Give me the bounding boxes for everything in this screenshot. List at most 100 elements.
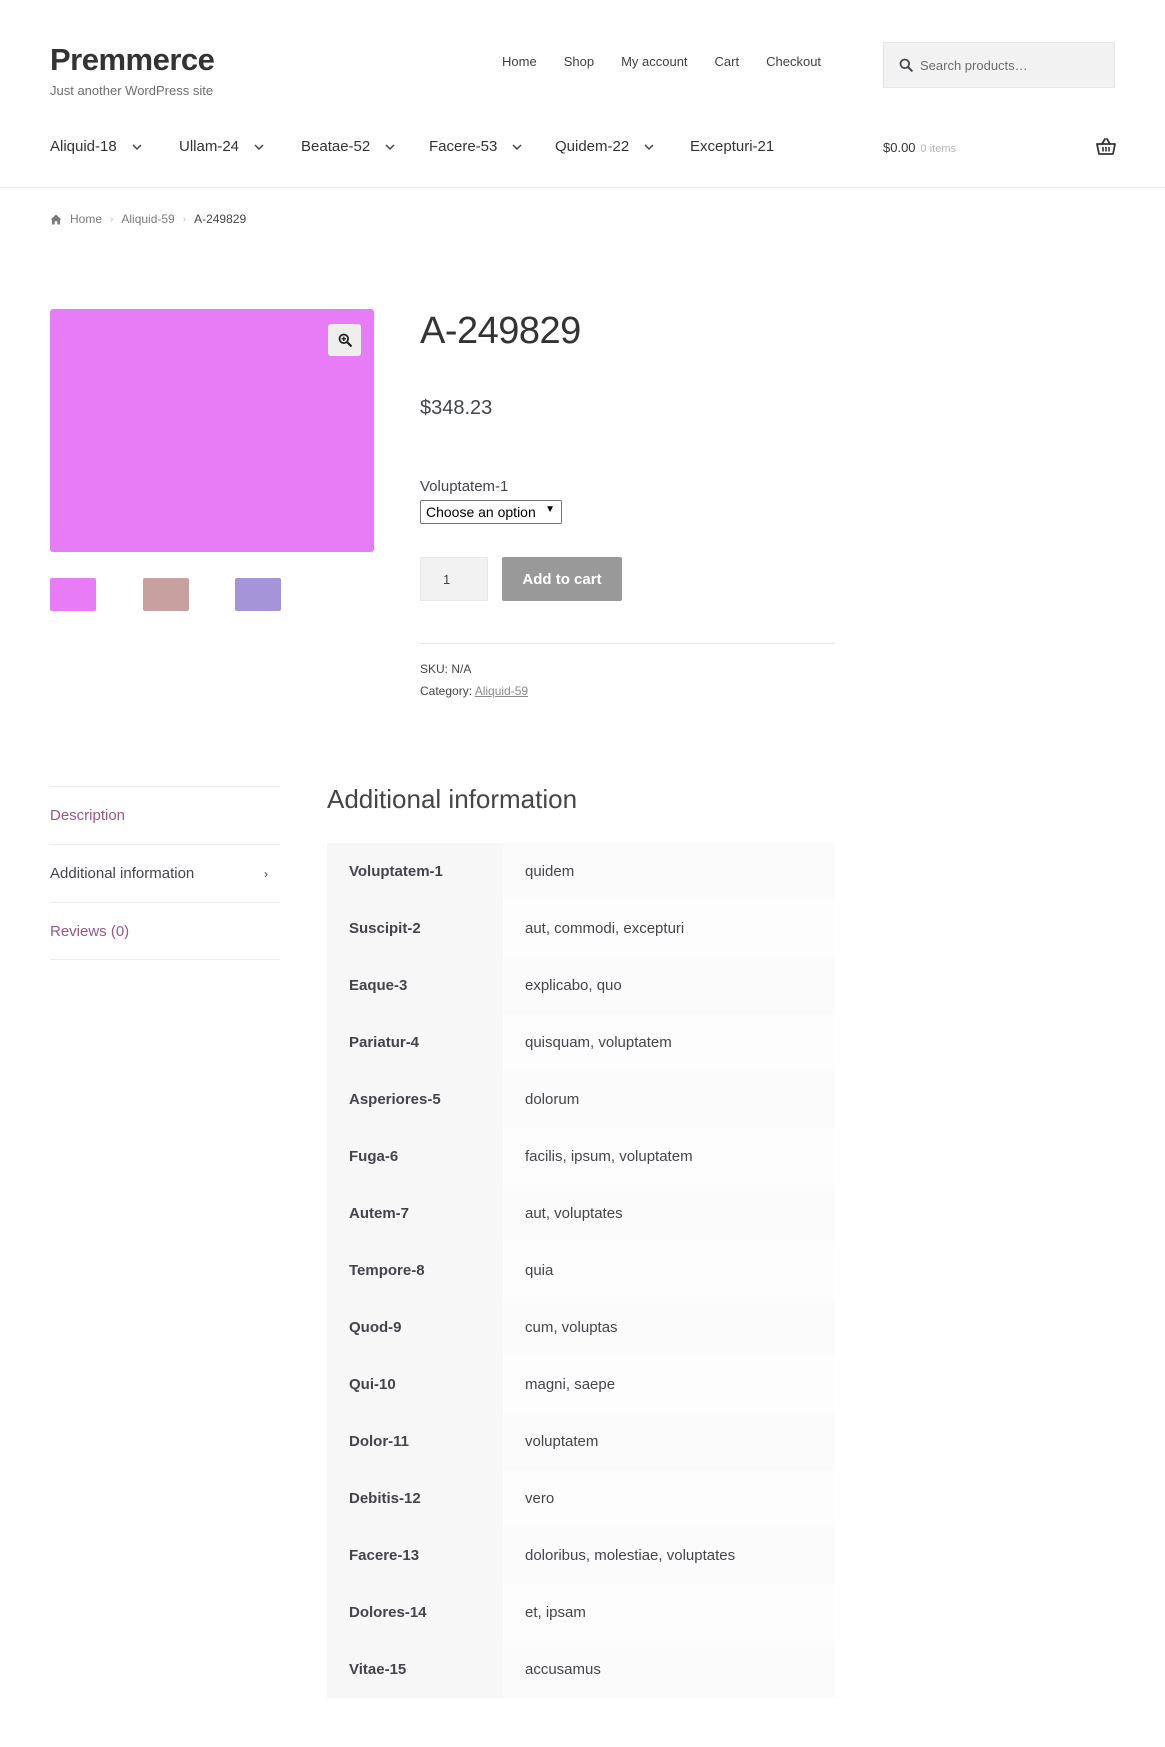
attribute-name: Voluptatem-1 <box>327 843 503 900</box>
attribute-name: Pariatur-4 <box>327 1014 503 1071</box>
category-label: Beatae-52 <box>301 138 371 155</box>
table-row: Tempore-8 quia <box>327 1242 835 1299</box>
product-thumbnail[interactable] <box>235 578 281 611</box>
category-label: Aliquid-18 <box>50 138 117 155</box>
table-row: Autem-7 aut, voluptates <box>327 1185 835 1242</box>
product-price: $348.23 <box>420 397 493 419</box>
category-label: Facere-53 <box>429 138 498 155</box>
category-item-quidem-22[interactable]: Quidem-22 <box>555 138 690 155</box>
chevron-down-icon <box>254 143 264 150</box>
attribute-name: Quod-9 <box>327 1299 503 1356</box>
attribute-value: dolorum <box>503 1071 835 1128</box>
sku-label: SKU: <box>420 662 449 676</box>
breadcrumb-separator: › <box>110 213 114 225</box>
category-item-excepturi-21[interactable]: Excepturi-21 <box>690 138 774 155</box>
cart-count: 0 items <box>920 143 957 155</box>
variation-selected-value: Choose an option <box>426 504 536 520</box>
attribute-value: vero <box>503 1470 835 1527</box>
variation-label: Voluptatem-1 <box>420 478 509 495</box>
table-row: Facere-13 doloribus, molestiae, voluptate… <box>327 1527 835 1584</box>
add-to-cart-button[interactable]: Add to cart <box>502 557 622 601</box>
table-row: Vitae-15 accusamus <box>327 1641 835 1698</box>
attribute-value: voluptatem <box>503 1413 835 1470</box>
category-label: Quidem-22 <box>555 138 630 155</box>
chevron-down-icon <box>385 143 395 150</box>
cart-amount: $0.00 <box>883 140 916 155</box>
chevron-right-icon: › <box>264 866 268 881</box>
chevron-down-icon <box>644 143 654 150</box>
product-tabs: Description Additional information › Rev… <box>50 786 280 960</box>
tab-label: Description <box>50 807 126 824</box>
chevron-down-icon <box>512 143 522 150</box>
product-main-image[interactable] <box>50 309 374 552</box>
category-meta-label: Category: <box>420 684 473 698</box>
top-nav-shop[interactable]: Shop <box>564 54 594 69</box>
attribute-value: cum, voluptas <box>503 1299 835 1356</box>
category-navigation: Aliquid-18 Ullam-24 Beatae-52 Facere-53 … <box>50 138 774 155</box>
top-nav-checkout[interactable]: Checkout <box>766 54 821 69</box>
attribute-name: Asperiores-5 <box>327 1071 503 1128</box>
attribute-value: aut, voluptates <box>503 1185 835 1242</box>
variation-select[interactable]: Choose an option ▼ <box>420 500 562 524</box>
category-item-aliquid-18[interactable]: Aliquid-18 <box>50 138 179 155</box>
attribute-name: Dolor-11 <box>327 1413 503 1470</box>
product-category: Category: Aliquid-59 <box>420 684 528 698</box>
table-row: Asperiores-5 dolorum <box>327 1071 835 1128</box>
basket-icon[interactable] <box>1096 137 1116 157</box>
tab-additional-information[interactable]: Additional information › <box>50 844 280 902</box>
attribute-value: quisquam, voluptatem <box>503 1014 835 1071</box>
site-title[interactable]: Premmerce <box>50 42 215 78</box>
attribute-value: explicabo, quo <box>503 957 835 1014</box>
tab-description[interactable]: Description <box>50 786 280 844</box>
zoom-button[interactable] <box>328 324 361 356</box>
table-row: Suscipit-2 aut, commodi, excepturi <box>327 900 835 957</box>
product-sku: SKU: N/A <box>420 662 471 676</box>
sku-value: N/A <box>451 662 472 676</box>
table-row: Eaque-3 explicabo, quo <box>327 957 835 1014</box>
category-item-beatae-52[interactable]: Beatae-52 <box>301 138 429 155</box>
attribute-value: facilis, ipsum, voluptatem <box>503 1128 835 1185</box>
site-description: Just another WordPress site <box>50 83 214 98</box>
top-navigation: Home Shop My account Cart Checkout <box>502 54 848 69</box>
search-input[interactable] <box>920 43 1110 87</box>
attribute-name: Vitae-15 <box>327 1641 503 1698</box>
top-nav-home[interactable]: Home <box>502 54 537 69</box>
breadcrumb-separator: › <box>182 213 187 225</box>
attribute-value: doloribus, molestiae, voluptates <box>503 1527 835 1584</box>
search-box <box>883 42 1115 88</box>
table-row: Voluptatem-1 quidem <box>327 843 835 900</box>
table-row: Debitis-12 vero <box>327 1470 835 1527</box>
attribute-value: magni, saepe <box>503 1356 835 1413</box>
table-row: Qui-10 magni, saepe <box>327 1356 835 1413</box>
category-item-facere-53[interactable]: Facere-53 <box>429 138 555 155</box>
additional-info-title: Additional information <box>327 784 578 814</box>
attribute-value: aut, commodi, excepturi <box>503 900 835 957</box>
search-icon <box>899 58 913 72</box>
attribute-name: Eaque-3 <box>327 957 503 1014</box>
header-divider <box>0 187 1165 188</box>
breadcrumb-current: A-249829 <box>194 212 247 226</box>
product-thumbnail[interactable] <box>143 578 189 611</box>
category-item-ullam-24[interactable]: Ullam-24 <box>179 138 301 155</box>
attribute-value: quidem <box>503 843 835 900</box>
attribute-name: Autem-7 <box>327 1185 503 1242</box>
tab-reviews[interactable]: Reviews (0) <box>50 902 280 960</box>
attribute-value: accusamus <box>503 1641 835 1698</box>
meta-divider <box>420 643 835 644</box>
header-cart[interactable]: $0.00 0 items <box>883 140 956 155</box>
breadcrumb-home[interactable]: Home <box>70 212 102 226</box>
attributes-table: Voluptatem-1 quidem Suscipit-2 aut, commod… <box>327 843 835 1698</box>
top-nav-cart[interactable]: Cart <box>715 54 740 69</box>
attribute-value: quia <box>503 1242 835 1299</box>
breadcrumb-category[interactable]: Aliquid-59 <box>121 212 174 226</box>
top-nav-my-account[interactable]: My account <box>621 54 687 69</box>
product-thumbnail[interactable] <box>50 578 96 611</box>
chevron-down-icon <box>132 143 142 150</box>
breadcrumb: Home › Aliquid-59 › A-249829 <box>50 212 246 226</box>
attribute-name: Suscipit-2 <box>327 900 503 957</box>
quantity-input[interactable]: 1 <box>420 557 488 601</box>
category-link[interactable]: Aliquid-59 <box>475 684 528 698</box>
table-row: Quod-9 cum, voluptas <box>327 1299 835 1356</box>
attribute-name: Qui-10 <box>327 1356 503 1413</box>
attribute-name: Facere-13 <box>327 1527 503 1584</box>
